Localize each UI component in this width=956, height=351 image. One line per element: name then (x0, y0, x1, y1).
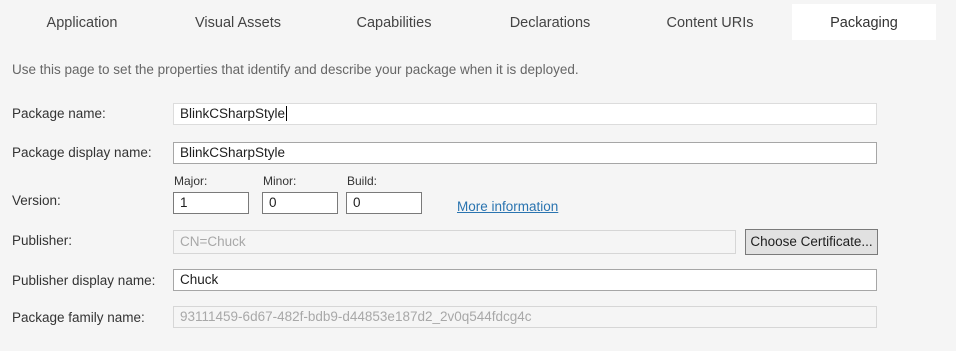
package-display-name-label: Package display name: (12, 145, 152, 160)
major-label: Major: (174, 174, 208, 188)
major-version-input[interactable]: 1 (173, 192, 249, 214)
tab-application[interactable]: Application (22, 6, 142, 40)
publisher-label: Publisher: (12, 233, 73, 248)
package-name-label: Package name: (12, 106, 106, 121)
package-name-value: BlinkCSharpStyle (180, 106, 286, 121)
package-family-name-label: Package family name: (12, 310, 145, 325)
packaging-panel: Use this page to set the properties that… (0, 40, 938, 351)
tab-declarations[interactable]: Declarations (485, 6, 615, 40)
publisher-display-name-field[interactable]: Chuck (173, 269, 877, 291)
publisher-display-name-label: Publisher display name: (12, 273, 156, 288)
package-display-name-field[interactable]: BlinkCSharpStyle (173, 142, 877, 164)
tab-packaging[interactable]: Packaging (792, 4, 936, 40)
intro-text: Use this page to set the properties that… (12, 62, 579, 77)
tab-visual-assets[interactable]: Visual Assets (172, 6, 304, 40)
publisher-field: CN=Chuck (173, 230, 736, 254)
choose-certificate-button[interactable]: Choose Certificate... (745, 229, 878, 255)
more-information-link[interactable]: More information (457, 199, 558, 214)
version-label: Version: (12, 193, 61, 208)
text-caret (286, 106, 288, 121)
build-label: Build: (347, 174, 378, 188)
package-family-name-field: 93111459-6d67-482f-bdb9-d44853e187d2_2v0… (173, 306, 877, 328)
tab-capabilities[interactable]: Capabilities (334, 6, 454, 40)
tab-content-uris[interactable]: Content URIs (650, 6, 770, 40)
minor-version-input[interactable]: 0 (262, 192, 338, 214)
build-version-input[interactable]: 0 (346, 192, 422, 214)
minor-label: Minor: (263, 174, 297, 188)
package-name-field[interactable]: BlinkCSharpStyle (173, 103, 877, 125)
tab-bar: Application Visual Assets Capabilities D… (0, 0, 956, 40)
